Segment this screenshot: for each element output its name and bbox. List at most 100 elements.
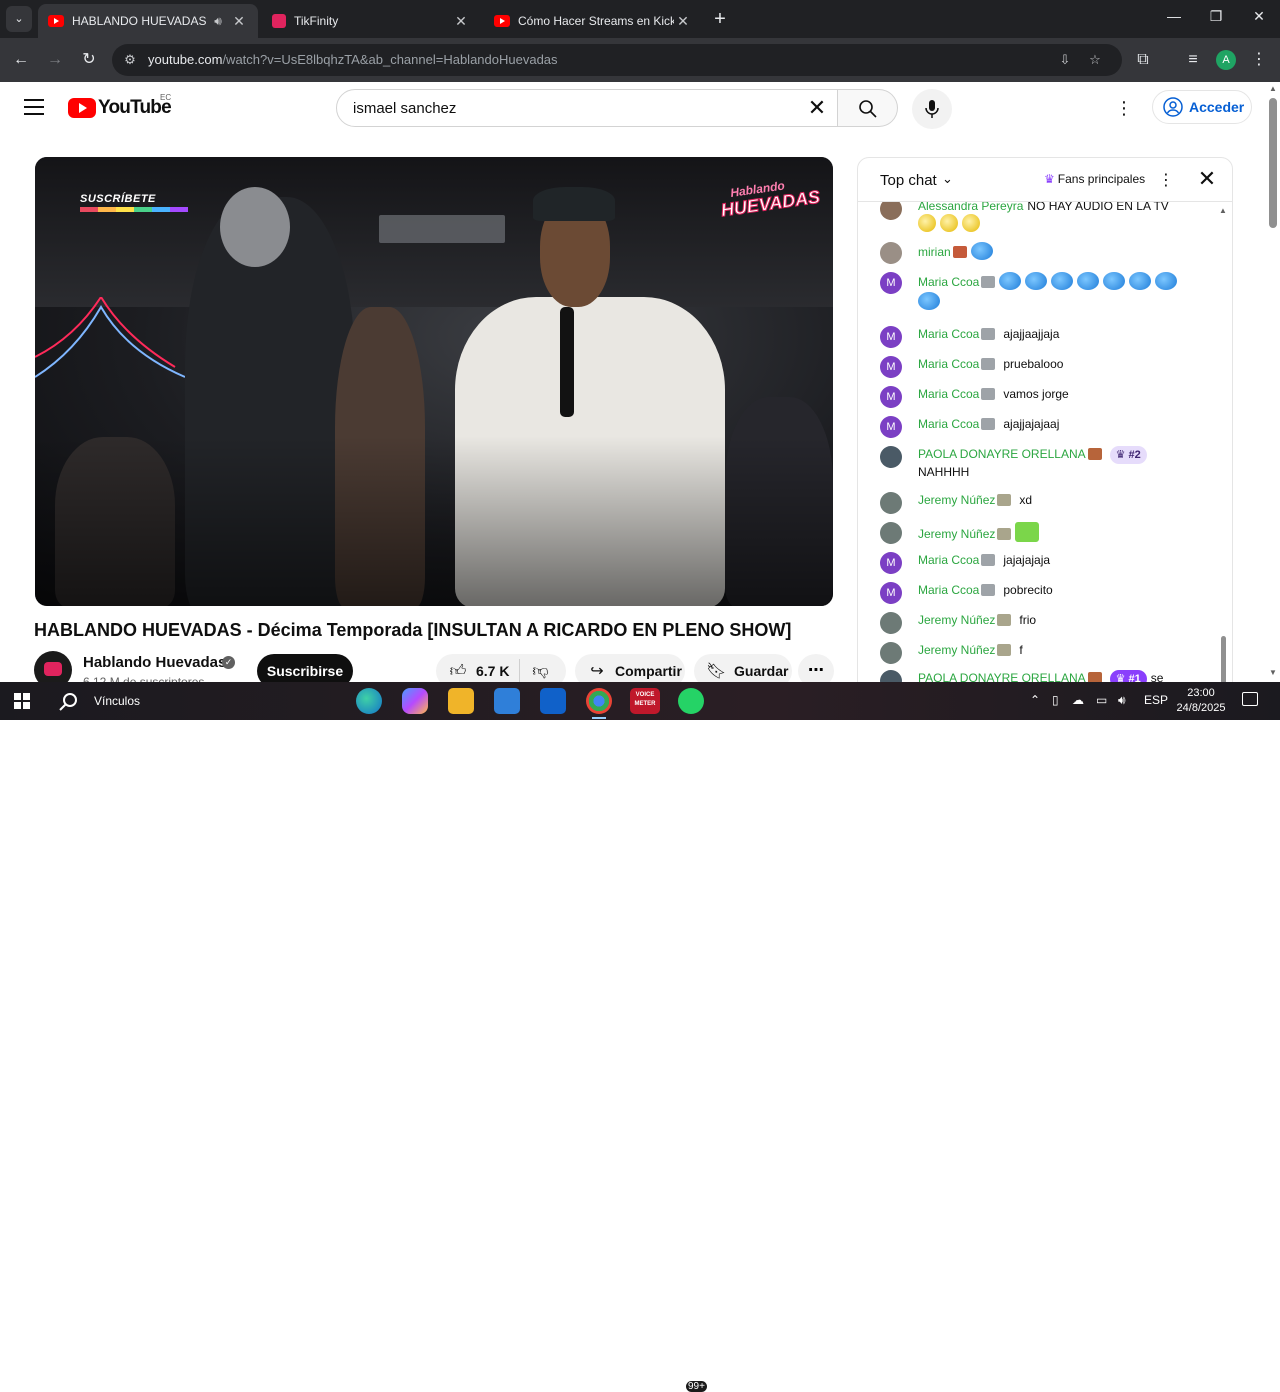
microsoft-store-icon[interactable] <box>494 688 520 714</box>
browser-tab-strip: ⌄ HABLANDO HUEVADAS - D 🔊︎ ✕ TikFinity ✕… <box>0 0 1280 38</box>
crying-emoji-icon <box>918 214 936 232</box>
browser-tab[interactable]: Cómo Hacer Streams en Kick (C ✕ <box>484 4 702 38</box>
page-scrollbar-thumb[interactable] <box>1269 98 1277 228</box>
bookmark-icon: 🔖︎ <box>706 663 727 680</box>
profile-avatar[interactable]: A <box>1216 50 1236 70</box>
chat-message-body: Jeremy Núñez f <box>918 642 1023 658</box>
chat-message-body: Maria Ccoa pobrecito <box>918 582 1053 598</box>
reload-icon[interactable]: ↻ <box>78 49 100 71</box>
chat-author[interactable]: Maria Ccoa <box>918 357 979 371</box>
chat-author[interactable]: Alessandra Pereyra <box>918 202 1023 213</box>
chat-author[interactable]: Jeremy Núñez <box>918 493 995 507</box>
youtube-logo[interactable]: YouTube EC <box>68 93 172 119</box>
chat-scrollbar-thumb[interactable] <box>1221 636 1226 684</box>
chat-author[interactable]: Jeremy Núñez <box>918 527 995 541</box>
video-player[interactable]: SUSCRÍBETE Hablando HUEVADAS <box>35 157 833 606</box>
chrome-icon[interactable] <box>586 688 612 719</box>
hamburger-menu-icon[interactable] <box>24 99 44 115</box>
extensions-icon[interactable]: ⧉ <box>1132 49 1154 71</box>
chat-message: M Maria Ccoa jajajajaja <box>880 552 1050 574</box>
custom-emoji-icon <box>1015 522 1040 542</box>
member-badge-icon <box>997 528 1012 540</box>
chat-mode-selector[interactable]: Top chat <box>880 172 937 189</box>
clear-search-icon[interactable]: ✕ <box>803 95 831 123</box>
browser-menu-icon[interactable]: ⋮ <box>1248 49 1270 71</box>
chat-author[interactable]: Maria Ccoa <box>918 275 979 289</box>
chat-author[interactable]: Jeremy Núñez <box>918 613 995 627</box>
close-tab-icon[interactable]: ✕ <box>452 13 470 30</box>
custom-emoji-icon <box>1025 272 1048 290</box>
minimize-icon[interactable]: — <box>1160 8 1188 24</box>
edge-icon[interactable] <box>356 688 382 714</box>
install-app-icon[interactable]: ⇩ <box>1056 51 1074 69</box>
close-window-icon[interactable]: ✕ <box>1245 8 1273 25</box>
taskbar-links-label[interactable]: Vínculos <box>94 694 140 708</box>
chat-author[interactable]: Maria Ccoa <box>918 583 979 597</box>
chat-author[interactable]: Maria Ccoa <box>918 327 979 341</box>
site-info-icon[interactable]: ⚙ <box>122 52 138 68</box>
custom-emoji-icon <box>970 242 993 260</box>
whatsapp-icon[interactable] <box>678 688 704 714</box>
show-hidden-icons[interactable]: ⌃ <box>1030 693 1040 707</box>
browser-tab-active[interactable]: HABLANDO HUEVADAS - D 🔊︎ ✕ <box>38 4 258 38</box>
channel-name[interactable]: Hablando Huevadas <box>83 654 226 671</box>
outlook-icon[interactable] <box>540 688 566 714</box>
chat-options-icon[interactable]: ⋮ <box>1158 170 1174 190</box>
overlay-subscribe-text: SUSCRÍBETE <box>80 193 156 205</box>
page-scroll-up-icon[interactable]: ▲ <box>1269 84 1277 93</box>
search-input[interactable]: ismael sanchez ✕ <box>336 89 838 127</box>
voicemeeter-icon[interactable]: VOICE METER <box>630 688 660 714</box>
sign-in-button[interactable]: Acceder <box>1152 90 1252 124</box>
address-bar[interactable]: ⚙ youtube.com/watch?v=UsE8lbqhzTA&ab_cha… <box>112 44 1122 76</box>
chat-author[interactable]: PAOLA DONAYRE ORELLANA <box>918 447 1086 461</box>
page-scroll-down-icon[interactable]: ▼ <box>1269 668 1277 677</box>
chat-message-body: Maria Ccoa ajajjajajaaj <box>918 416 1059 432</box>
chat-message: Jeremy Núñez xd <box>880 492 1032 514</box>
top-fans-button[interactable]: ♛ Fans principales <box>1044 172 1145 186</box>
tab-search-button[interactable]: ⌄ <box>6 6 32 32</box>
chat-author[interactable]: Maria Ccoa <box>918 417 979 431</box>
input-language[interactable]: ESP <box>1144 693 1168 707</box>
windows-start-icon[interactable] <box>14 693 30 709</box>
address-url[interactable]: youtube.com/watch?v=UsE8lbqhzTA&ab_chann… <box>148 52 558 67</box>
like-count[interactable]: 6.7 K <box>476 663 509 679</box>
chat-scroll-up-icon[interactable]: ▲ <box>1219 206 1227 215</box>
chat-message: M Maria Ccoa ajajjajajaaj <box>880 416 1059 438</box>
chat-author[interactable]: Maria Ccoa <box>918 387 979 401</box>
speaker-icon[interactable]: 🔊︎ <box>210 14 226 29</box>
tray-app-icon[interactable]: ☁ <box>1072 693 1084 707</box>
chat-author[interactable]: Maria Ccoa <box>918 553 979 567</box>
close-chat-icon[interactable]: ✕ <box>1196 168 1218 190</box>
youtube-icon <box>48 15 64 27</box>
new-tab-button[interactable]: + <box>710 8 730 31</box>
chat-avatar <box>880 522 902 544</box>
chat-author[interactable]: mirian <box>918 245 951 259</box>
notification-center-icon[interactable] <box>1242 692 1258 706</box>
browser-tab[interactable]: TikFinity ✕ <box>262 4 480 38</box>
video-subscribe-overlay: SUSCRÍBETE <box>80 193 188 215</box>
tray-app-icon[interactable]: ▯ <box>1052 693 1059 707</box>
settings-kebab-icon[interactable]: ⋮ <box>1114 97 1134 119</box>
taskbar-search-icon[interactable] <box>58 691 80 713</box>
close-tab-icon[interactable]: ✕ <box>230 13 248 30</box>
taskbar-clock[interactable]: 23:00 24/8/2025 <box>1174 686 1228 716</box>
member-badge-icon <box>981 276 996 288</box>
copilot-icon[interactable] <box>402 688 428 714</box>
forward-icon[interactable]: → <box>44 49 66 71</box>
search-button[interactable] <box>838 89 898 127</box>
chat-message: M Maria Ccoa pobrecito <box>880 582 1053 604</box>
restore-icon[interactable]: ❐ <box>1202 8 1230 25</box>
voice-search-button[interactable] <box>912 89 952 129</box>
file-explorer-icon[interactable] <box>448 688 474 714</box>
close-tab-icon[interactable]: ✕ <box>674 13 692 30</box>
back-icon[interactable]: ← <box>10 49 32 71</box>
chat-message-list[interactable]: Alessandra Pereyra NO HAY AUDIO EN LA TV … <box>858 202 1232 686</box>
dislike-icon[interactable]: 👎︎ <box>530 662 550 681</box>
bookmark-star-icon[interactable]: ☆ <box>1086 51 1104 69</box>
network-icon[interactable]: ▭ <box>1096 693 1107 707</box>
like-icon[interactable]: 👍︎ <box>448 662 468 681</box>
chevron-down-icon[interactable]: ⌄ <box>942 171 953 187</box>
chat-author[interactable]: Jeremy Núñez <box>918 643 995 657</box>
media-controls-icon[interactable]: ≡ <box>1182 49 1204 71</box>
volume-icon[interactable]: 🔊︎ <box>1118 693 1126 708</box>
